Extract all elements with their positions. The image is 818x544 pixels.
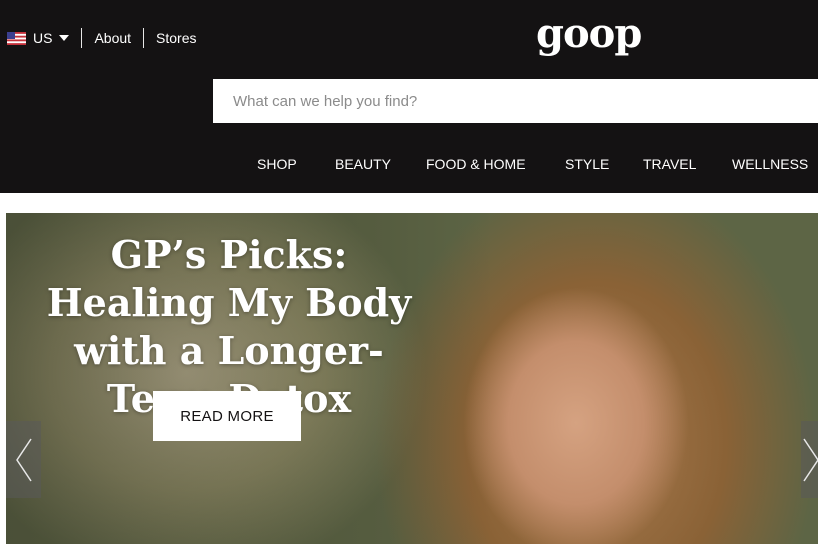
chevron-right-icon [803,438,818,481]
nav-item-beauty[interactable]: BEAUTY [335,156,391,172]
site-header: US About Stores goop SHOP BEAUTY FOOD & … [0,0,818,193]
search-input[interactable] [213,79,818,123]
nav-item-style[interactable]: STYLE [565,156,609,172]
caret-down-icon [59,35,70,41]
divider [81,28,83,48]
country-code: US [33,30,53,46]
stores-link[interactable]: Stores [156,30,196,46]
carousel-next-button[interactable] [801,421,818,498]
hero-banner[interactable]: GP’s Picks: Healing My Body with a Longe… [6,213,818,544]
utility-bar: US About Stores [7,27,197,49]
chevron-left-icon [15,438,32,481]
main-nav: SHOP BEAUTY FOOD & HOME STYLE TRAVEL WEL… [0,156,818,174]
about-link[interactable]: About [94,30,131,46]
carousel-prev-button[interactable] [6,421,41,498]
country-selector[interactable]: US [7,30,70,46]
nav-item-food-home[interactable]: FOOD & HOME [426,156,526,172]
nav-item-travel[interactable]: TRAVEL [643,156,696,172]
nav-item-wellness[interactable]: WELLNESS [732,156,808,172]
divider [143,28,145,48]
us-flag-icon [7,31,26,45]
goop-logo[interactable]: goop [536,9,642,59]
nav-item-shop[interactable]: SHOP [257,156,297,172]
read-more-button[interactable]: READ MORE [153,391,301,441]
